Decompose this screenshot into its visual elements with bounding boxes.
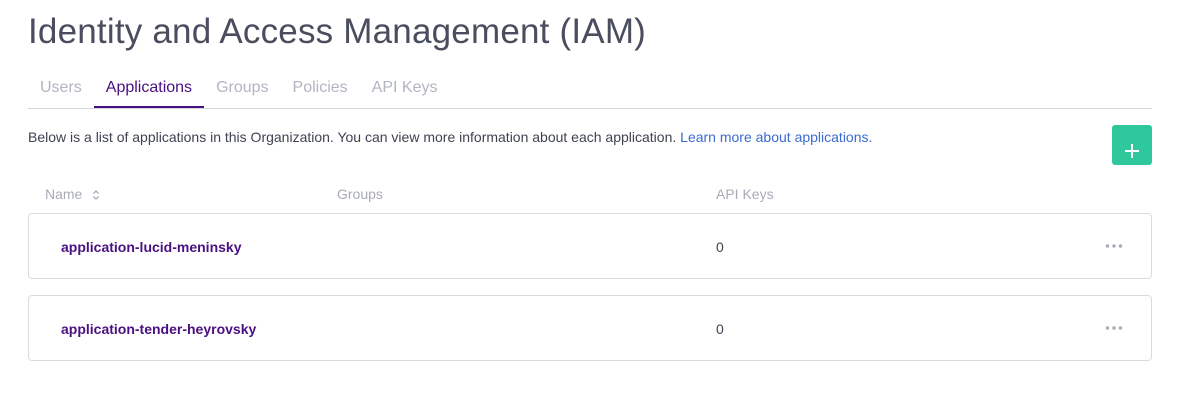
api-keys-count: 0 (716, 239, 724, 255)
table-row: application-lucid-meninsky 0 (28, 213, 1152, 279)
description-text: Below is a list of applications in this … (28, 129, 681, 145)
more-horizontal-icon (1105, 326, 1123, 330)
application-name-link[interactable]: application-tender-heyrovsky (61, 320, 256, 338)
sort-icon (93, 190, 100, 201)
description: Below is a list of applications in this … (28, 127, 872, 147)
more-horizontal-icon (1105, 244, 1123, 248)
row-actions-button[interactable] (1105, 236, 1129, 256)
tab-policies[interactable]: Policies (281, 70, 360, 108)
application-name-link[interactable]: application-lucid-meninsky (61, 238, 241, 256)
add-application-button[interactable] (1112, 125, 1152, 165)
api-keys-count: 0 (716, 321, 724, 337)
tab-users[interactable]: Users (28, 70, 94, 108)
tab-bar: Users Applications Groups Policies API K… (28, 70, 1152, 109)
plus-icon (1125, 144, 1139, 158)
table-row: application-tender-heyrovsky 0 (28, 295, 1152, 361)
column-header-name-label: Name (45, 186, 83, 202)
tab-api-keys[interactable]: API Keys (360, 70, 450, 108)
tab-applications[interactable]: Applications (93, 70, 205, 108)
column-header-groups: Groups (337, 186, 383, 202)
learn-more-link[interactable]: Learn more about applications. (680, 129, 872, 145)
tab-groups[interactable]: Groups (204, 70, 280, 108)
column-header-api-keys: API Keys (716, 186, 774, 202)
row-actions-button[interactable] (1105, 318, 1129, 338)
iam-page: Identity and Access Management (IAM) Use… (0, 0, 1184, 416)
column-header-name[interactable]: Name (45, 185, 100, 203)
page-title: Identity and Access Management (IAM) (28, 12, 647, 51)
